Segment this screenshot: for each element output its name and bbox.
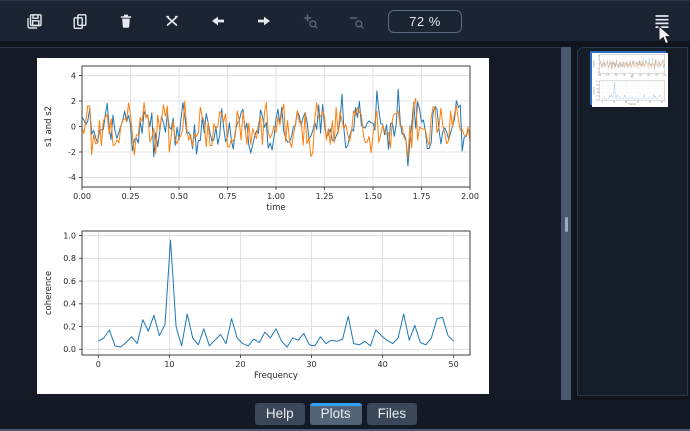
- copy-plot-button[interactable]: [66, 7, 94, 35]
- svg-text:2.00: 2.00: [461, 192, 479, 201]
- svg-text:0.4: 0.4: [63, 300, 76, 309]
- previous-plot-button[interactable]: [204, 7, 232, 35]
- svg-text:1.75: 1.75: [413, 192, 431, 201]
- svg-text:1.0: 1.0: [63, 231, 76, 240]
- options-menu-button[interactable]: [648, 7, 676, 35]
- thumbnail-list-panel: 0.00 0.25 0.50 0.75 1.00 1.25 1.50 1.75 2.00 -4 -2…: [577, 47, 688, 396]
- thumbnail-figure: 0.00 0.25 0.50 0.75 1.00 1.25 1.50 1.75 2.00-4-2…: [592, 53, 668, 107]
- svg-text:0.0: 0.0: [63, 345, 76, 354]
- svg-text:1.00: 1.00: [267, 192, 285, 201]
- close-all-icon: [164, 13, 180, 29]
- svg-text:s1 and s2: s1 and s2: [44, 106, 54, 147]
- save-icon: [26, 13, 43, 30]
- svg-text:20: 20: [235, 360, 245, 369]
- figure-canvas: 0.00 0.25 0.50 0.75 1.00 1.25 1.50 1.75 2.00-4-2…: [37, 58, 489, 394]
- svg-text:0.2: 0.2: [63, 322, 76, 331]
- panel-splitter[interactable]: [561, 47, 571, 400]
- zoom-out-icon: [348, 13, 364, 29]
- svg-text:0.75: 0.75: [219, 192, 237, 201]
- remove-all-plots-button[interactable]: [158, 7, 186, 35]
- svg-text:0.25: 0.25: [122, 192, 140, 201]
- svg-text:1.50: 1.50: [364, 192, 382, 201]
- svg-text:50: 50: [449, 360, 459, 369]
- next-plot-button[interactable]: [250, 7, 278, 35]
- svg-text:0.50: 0.50: [170, 192, 188, 201]
- tab-plots[interactable]: Plots: [309, 403, 362, 425]
- plot-thumbnail-selected[interactable]: 0.00 0.25 0.50 0.75 1.00 1.25 1.50 1.75 2.00 -4 -2…: [590, 51, 668, 107]
- plots-toolbar: 72 %: [0, 0, 690, 41]
- plots-pane-window: 72 % 0.00 0.25 0.50 0.75 1.00 1.25 1.50 1.75 2.0…: [0, 0, 690, 431]
- svg-text:30: 30: [306, 360, 316, 369]
- svg-text:0: 0: [71, 122, 76, 131]
- hamburger-menu-icon: [654, 14, 670, 29]
- zoom-in-button[interactable]: [296, 7, 324, 35]
- pane-tab-bar: Help Plots Files: [0, 400, 690, 431]
- svg-text:-2: -2: [68, 148, 76, 157]
- splitter-grip-icon: [564, 217, 568, 232]
- svg-text:40: 40: [377, 360, 387, 369]
- remove-plot-button[interactable]: [112, 7, 140, 35]
- svg-text:time: time: [266, 203, 285, 213]
- svg-text:coherence: coherence: [44, 271, 54, 315]
- plots-content-area: 0.00 0.25 0.50 0.75 1.00 1.25 1.50 1.75 2.00 -4 -2…: [0, 41, 690, 400]
- thumbnail-sidebar: 0.00 0.25 0.50 0.75 1.00 1.25 1.50 1.75 2.00 -4 -2…: [571, 47, 690, 400]
- arrow-right-icon: [256, 13, 272, 29]
- zoom-in-icon: [302, 13, 318, 29]
- tab-help[interactable]: Help: [254, 403, 305, 425]
- svg-text:Frequency: Frequency: [254, 371, 298, 381]
- svg-text:0.8: 0.8: [63, 254, 76, 263]
- tab-files[interactable]: Files: [366, 403, 418, 425]
- matplotlib-figure: 0.00 0.25 0.50 0.75 1.00 1.25 1.50 1.75 2.00 -4 -2…: [37, 58, 489, 394]
- svg-text:4: 4: [71, 71, 76, 80]
- save-plot-button[interactable]: [20, 7, 48, 35]
- plot-view-panel: 0.00 0.25 0.50 0.75 1.00 1.25 1.50 1.75 2.00 -4 -2…: [0, 47, 561, 400]
- pane-tabs: Help Plots Files: [0, 403, 681, 425]
- copy-icon: [72, 13, 88, 30]
- svg-text:1.25: 1.25: [316, 192, 334, 201]
- svg-text:0.00: 0.00: [73, 192, 91, 201]
- svg-text:-4: -4: [68, 173, 76, 182]
- svg-text:10: 10: [164, 360, 174, 369]
- svg-text:0.6: 0.6: [63, 277, 76, 286]
- zoom-level-indicator[interactable]: 72 %: [388, 9, 462, 33]
- zoom-out-button[interactable]: [342, 7, 370, 35]
- svg-text:2: 2: [71, 97, 76, 106]
- svg-text:0: 0: [96, 360, 101, 369]
- arrow-left-icon: [210, 13, 226, 29]
- trash-icon: [118, 13, 134, 29]
